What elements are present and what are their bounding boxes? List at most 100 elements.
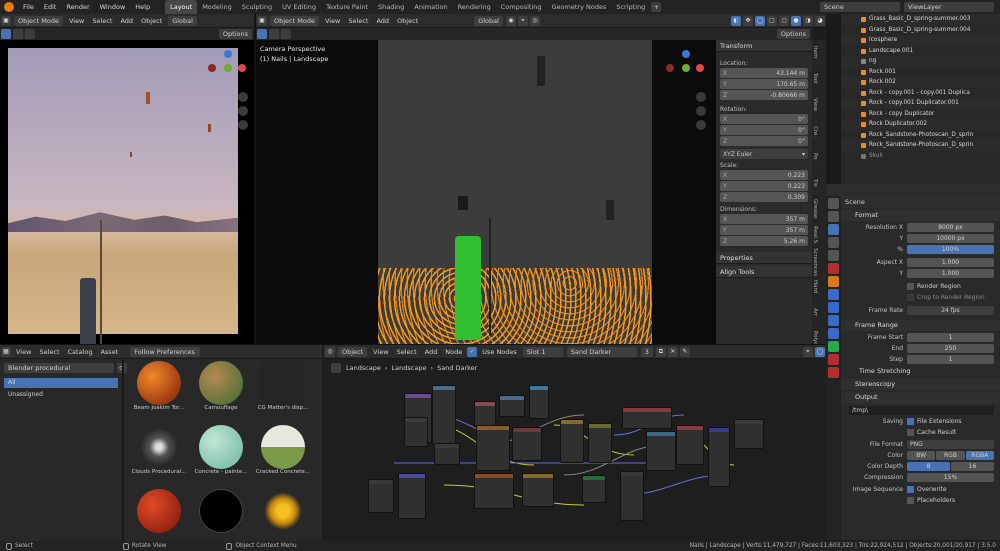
gizmo-toggle-icon[interactable]: ✥ [743,15,753,26]
node-box[interactable] [620,471,644,521]
select-mode-icon[interactable] [269,29,279,39]
main-menu-add[interactable]: Add [372,17,393,25]
asset-tile[interactable]: Beam Joakim Tor... [128,361,190,425]
snap-icon[interactable]: ⌖ [517,15,528,26]
material-properties-icon[interactable] [828,354,839,365]
output-properties-icon[interactable] [828,224,839,235]
node-box[interactable] [529,385,549,419]
sidebar-tab-grease[interactable]: Grease [812,196,818,222]
workspace-tab-uv-editing[interactable]: UV Editing [277,0,321,14]
camera-view-icon[interactable] [238,120,248,130]
catalog-item-unassigned[interactable]: Unassigned [4,390,118,400]
output-panel-header[interactable]: Output [841,392,1000,403]
proportional-edit-icon[interactable]: ◎ [529,15,540,26]
asset-menu-catalog[interactable]: Catalog [64,348,97,356]
select-box-icon[interactable] [257,29,267,39]
cache-result-checkbox[interactable]: Cache Result [841,427,1000,437]
sidebar-tab-screencast[interactable]: Screencas [812,248,818,276]
outliner-row[interactable]: Grass_Basic_D_spring-summer.003 [841,14,1000,25]
outliner-row[interactable]: Skull [841,151,1000,162]
node-box[interactable] [398,473,426,519]
sidebar-tab-tool[interactable]: Tool [812,66,818,92]
asset-tile[interactable]: Cracked Concrete... [252,425,314,489]
resolution-y-row[interactable]: Y 10000 px [841,233,1000,243]
xray-icon[interactable]: ▢ [767,15,777,26]
add-workspace-icon[interactable]: + [651,2,662,12]
sidebar-tab-arr[interactable]: Arr [812,300,818,326]
color-mode-row[interactable]: Color BW RGB RGBA [841,450,1000,460]
node-box[interactable] [646,431,676,471]
node-box[interactable] [476,425,510,471]
align-tools-panel-header[interactable]: Align Tools [716,266,812,278]
workspace-tab-layout[interactable]: Layout [165,0,198,14]
file-format-row[interactable]: File Format PNG [841,439,1000,449]
editor-type-icon[interactable]: ▣ [1,15,11,26]
main-menu-view[interactable]: View [321,17,344,25]
main-menu-select[interactable]: Select [344,17,372,25]
asset-tile[interactable] [252,489,314,539]
outliner-row[interactable]: ng [841,56,1000,67]
node-box[interactable] [434,443,460,465]
gizmo-x-axis-icon[interactable] [238,64,246,72]
select-mode-icon[interactable] [13,29,23,39]
workspace-tab-rendering[interactable]: Rendering [453,0,496,14]
constraints-icon[interactable] [828,328,839,339]
sidebar-tab-po[interactable]: Po [812,144,818,170]
object-properties-icon[interactable] [828,276,839,287]
shading-wireframe-icon[interactable]: ○ [779,15,789,26]
asset-menu-select[interactable]: Select [35,348,63,356]
left-transform-orientation[interactable]: Global [168,15,197,26]
tool-properties-icon[interactable] [828,198,839,209]
shading-material-icon[interactable]: ◑ [803,15,813,26]
node-box[interactable] [512,427,542,461]
left-options-dropdown[interactable]: Options [218,29,252,39]
crop-region-checkbox[interactable]: Crop to Render Region [841,292,1000,302]
node-box[interactable] [522,473,554,507]
sidebar-tab-hard[interactable]: Hard [812,274,818,300]
resolution-x-row[interactable]: Resolution X 8000 px [841,222,1000,232]
asset-tile[interactable]: Camouflage [190,361,252,425]
gizmo-x-axis-icon[interactable] [696,64,704,72]
file-extensions-checkbox[interactable]: Saving File Extensions [841,416,1000,426]
location-z-field[interactable]: Z -0.80666 m [720,90,808,100]
overlay-icon[interactable]: ◯ [755,15,765,26]
outliner-row[interactable]: Rock_Sandstone-Photoscan_D_sprin [841,140,1000,151]
select-box-icon[interactable] [1,29,11,39]
zoom-icon[interactable] [238,92,248,102]
gizmo-z-axis-icon[interactable] [682,50,690,58]
render-region-checkbox[interactable]: Render Region [841,281,1000,291]
modifier-properties-icon[interactable] [828,289,839,300]
rotation-y-field[interactable]: Y 0° [720,125,808,135]
asset-tile[interactable]: Clouds Procedural... [128,425,190,489]
asset-tile[interactable]: CG Matter's disp... [252,361,314,425]
node-box[interactable] [560,419,584,463]
main-transform-orientation[interactable]: Global [474,15,503,26]
compression-row[interactable]: Compression 15% [841,472,1000,482]
location-y-field[interactable]: Y 170.65 m [720,79,808,89]
location-x-field[interactable]: X 43.144 m [720,68,808,78]
menu-help[interactable]: Help [130,0,155,14]
sidebar-tab-tis[interactable]: Tis [812,170,818,196]
left-mode-dropdown[interactable]: Object Mode [14,15,63,26]
asset-tile[interactable] [128,489,190,539]
outliner-row[interactable]: Icosphere [841,35,1000,46]
stereoscopy-panel-header[interactable]: Stereoscopy [841,379,1000,390]
main-mode-dropdown[interactable]: Object Mode [270,15,319,26]
asset-menu-view[interactable]: View [12,348,35,356]
workspace-tab-geometry-nodes[interactable]: Geometry Nodes [547,0,612,14]
properties-panel-header[interactable]: Properties [716,252,812,264]
format-panel-header[interactable]: Format [841,210,1000,221]
outliner-row[interactable]: Rock_Sandstone-Photoscan_D_sprin [841,130,1000,141]
aspect-x-row[interactable]: Aspect X 1.000 [841,257,1000,267]
workspace-tab-compositing[interactable]: Compositing [496,0,547,14]
workspace-tab-shading[interactable]: Shading [373,0,409,14]
outliner-row[interactable]: Rock - copy Duplicator [841,109,1000,120]
blender-logo-icon[interactable] [4,2,14,12]
outliner-row[interactable]: Grass_Basic_D_spring-summer.004 [841,25,1000,36]
rotation-x-field[interactable]: X 0° [720,114,808,124]
rotation-z-field[interactable]: Z 0° [720,136,808,146]
world-properties-icon[interactable] [828,263,839,274]
shader-node-editor[interactable]: ◎ Object View Select Add Node ✓ Use Node… [324,345,826,541]
sidebar-tab-item[interactable]: Item [812,40,818,66]
asset-menu-asset[interactable]: Asset [96,348,122,356]
